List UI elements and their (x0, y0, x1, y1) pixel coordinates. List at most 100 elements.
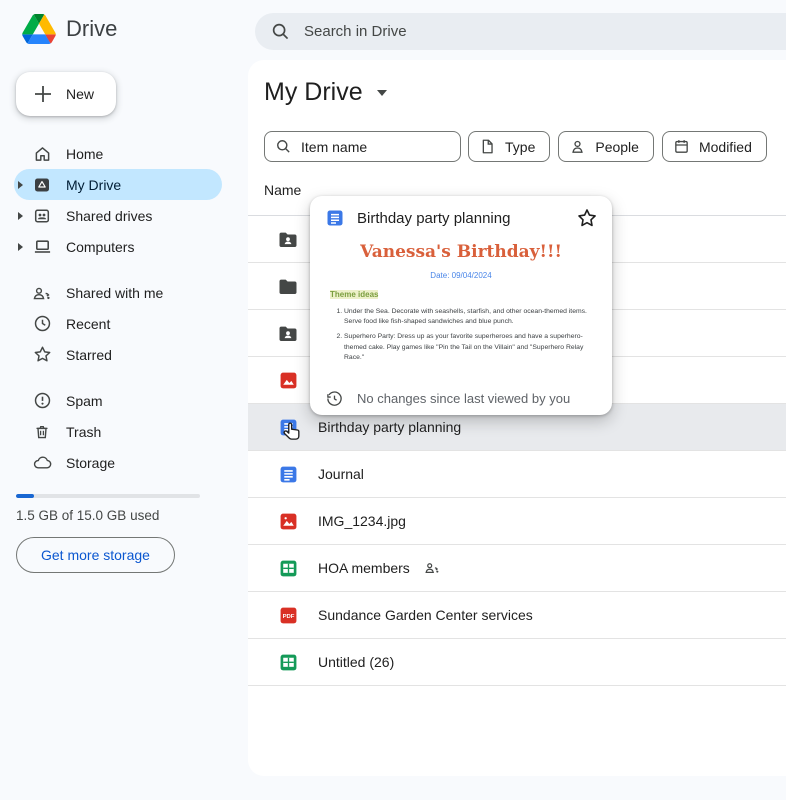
filter-item-name[interactable]: Item name (264, 131, 461, 162)
doc-theme-list: Under the Sea. Decorate with seashells, … (332, 307, 592, 363)
sidebar-nav: Home My Drive Shared drives (0, 138, 248, 478)
doc-section-title: Theme ideas (330, 290, 378, 299)
sidebar-item-label: Computers (66, 239, 134, 255)
storage-block: 1.5 GB of 15.0 GB used Get more storage (16, 494, 202, 573)
sidebar-item-storage[interactable]: Storage (14, 447, 222, 478)
doc-list-item: Under the Sea. Decorate with seashells, … (344, 307, 592, 327)
drive-logo[interactable]: Drive (0, 0, 248, 44)
app-title: Drive (66, 16, 117, 42)
filter-people[interactable]: People (558, 131, 654, 162)
plus-icon (32, 83, 54, 105)
recent-icon (32, 314, 52, 334)
computers-icon (32, 237, 52, 257)
storage-progress-bar (16, 494, 200, 498)
sidebar-item-trash[interactable]: Trash (14, 416, 222, 447)
view-title-dropdown[interactable]: My Drive (264, 78, 387, 107)
file-name: Untitled (26) (318, 654, 394, 670)
person-icon (569, 138, 586, 155)
sidebar-item-home[interactable]: Home (14, 138, 222, 169)
starred-icon (32, 345, 52, 365)
sidebar-item-label: Home (66, 146, 103, 162)
shared-folder-icon (278, 229, 298, 249)
home-icon (32, 144, 52, 164)
google-sheets-icon (278, 652, 298, 672)
calendar-icon (673, 138, 690, 155)
page-title: My Drive (264, 78, 363, 107)
file-row-journal[interactable]: Journal (248, 451, 786, 498)
search-placeholder: Search in Drive (304, 23, 407, 40)
search-icon (275, 138, 292, 155)
shared-folder-icon (278, 323, 298, 343)
chevron-right-icon[interactable] (18, 181, 32, 189)
sidebar-item-label: Trash (66, 424, 101, 440)
preview-card-header: Birthday party planning (310, 196, 612, 240)
hand-cursor-icon (281, 421, 304, 444)
filter-modified[interactable]: Modified (662, 131, 767, 162)
search-icon (271, 22, 290, 41)
chevron-right-icon[interactable] (18, 212, 32, 220)
new-button[interactable]: New (16, 72, 116, 116)
filter-label: Item name (301, 139, 367, 155)
sidebar-item-recent[interactable]: Recent (14, 308, 222, 339)
file-row-sundance-pdf[interactable]: PDF Sundance Garden Center services (248, 592, 786, 639)
star-icon[interactable] (576, 207, 598, 229)
file-name: Journal (318, 466, 364, 482)
sidebar: Drive New Home My Drive (0, 0, 248, 800)
filter-chips: Item name Type People Modified (264, 131, 775, 162)
column-header-name[interactable]: Name (264, 182, 301, 198)
trash-icon (32, 422, 52, 442)
sidebar-item-label: Shared with me (66, 285, 163, 301)
filter-label: Type (505, 139, 535, 155)
filter-label: Modified (699, 139, 752, 155)
shared-with-me-icon (32, 283, 52, 303)
svg-text:PDF: PDF (282, 614, 294, 620)
file-row-hoa-members[interactable]: HOA members (248, 545, 786, 592)
document-preview: Vanessa's Birthday!!! Date: 09/04/2024 T… (310, 240, 612, 381)
sidebar-item-label: Starred (66, 347, 112, 363)
get-more-storage-button[interactable]: Get more storage (16, 537, 175, 573)
preview-status-text: No changes since last viewed by you (357, 391, 570, 406)
sidebar-item-starred[interactable]: Starred (14, 339, 222, 370)
storage-icon (32, 453, 52, 473)
preview-card-footer: No changes since last viewed by you (310, 381, 612, 415)
sidebar-item-spam[interactable]: Spam (14, 385, 222, 416)
google-drive-window: Drive New Home My Drive (0, 0, 786, 800)
file-icon (479, 138, 496, 155)
sidebar-item-shared-drives[interactable]: Shared drives (14, 200, 222, 231)
google-sheets-icon (278, 558, 298, 578)
main-panel: My Drive Item name Type People Modified … (248, 60, 786, 776)
file-name: HOA members (318, 560, 410, 576)
doc-list-item: Superhero Party: Dress up as your favori… (344, 332, 592, 363)
file-row-untitled-26[interactable]: Untitled (26) (248, 639, 786, 686)
chevron-down-icon (377, 90, 387, 96)
sidebar-item-computers[interactable]: Computers (14, 231, 222, 262)
preview-card-title: Birthday party planning (357, 210, 576, 227)
google-docs-icon (278, 464, 298, 484)
spam-icon (32, 391, 52, 411)
chevron-right-icon[interactable] (18, 243, 32, 251)
pdf-file-icon: PDF (278, 605, 298, 625)
history-icon (326, 390, 343, 407)
sidebar-item-my-drive[interactable]: My Drive (14, 169, 222, 200)
sidebar-item-label: Spam (66, 393, 103, 409)
folder-icon (278, 276, 298, 296)
filter-type[interactable]: Type (468, 131, 550, 162)
google-docs-icon (326, 209, 344, 227)
filter-label: People (595, 139, 639, 155)
sidebar-item-label: My Drive (66, 177, 121, 193)
file-name: IMG_1234.jpg (318, 513, 406, 529)
image-file-icon (278, 370, 298, 390)
file-row-img-1234[interactable]: IMG_1234.jpg (248, 498, 786, 545)
image-file-icon (278, 511, 298, 531)
sidebar-item-label: Recent (66, 316, 110, 332)
file-preview-card: Birthday party planning Vanessa's Birthd… (310, 196, 612, 415)
sidebar-item-label: Storage (66, 455, 115, 471)
doc-heading: Vanessa's Birthday!!! (330, 242, 592, 262)
drive-logo-icon (22, 14, 56, 44)
sidebar-item-label: Shared drives (66, 208, 152, 224)
file-name: Sundance Garden Center services (318, 607, 533, 623)
sidebar-item-shared-with-me[interactable]: Shared with me (14, 277, 222, 308)
search-bar[interactable]: Search in Drive (255, 13, 786, 50)
doc-date: Date: 09/04/2024 (330, 271, 592, 280)
shared-drives-icon (32, 206, 52, 226)
